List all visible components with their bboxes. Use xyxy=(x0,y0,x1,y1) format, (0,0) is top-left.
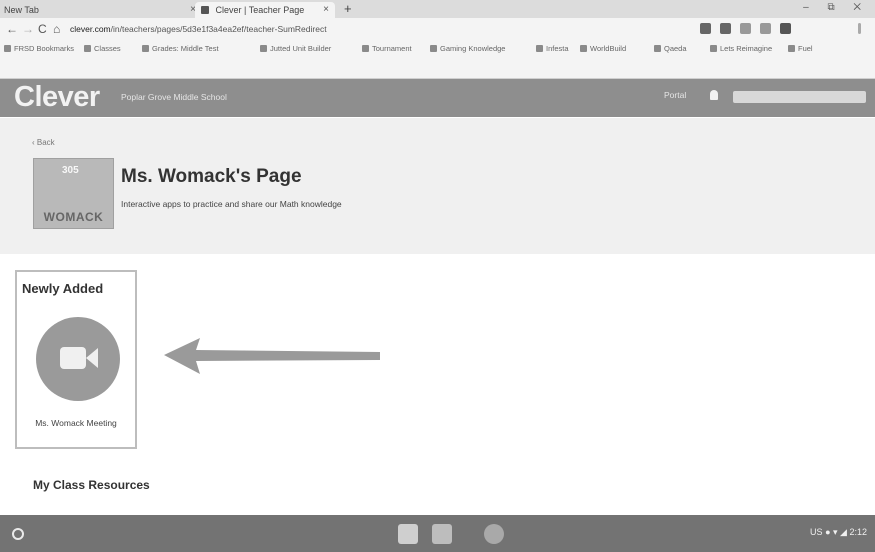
url-domain: clever.com xyxy=(70,24,111,34)
folder-icon xyxy=(4,45,11,52)
bookmark-item[interactable]: WorldBuild xyxy=(580,44,626,53)
bookmark-item[interactable]: Fuel xyxy=(788,44,813,53)
zoom-app-tile[interactable] xyxy=(36,317,120,401)
os-shelf: US ● ▾ ◢ 2:12 xyxy=(0,515,875,552)
extension-icon[interactable] xyxy=(780,23,791,34)
bookmark-item[interactable]: Infesta xyxy=(536,44,569,53)
new-tab-button[interactable]: + xyxy=(344,1,352,16)
video-camera-icon xyxy=(60,347,86,369)
browser-menu-icon[interactable] xyxy=(858,23,861,34)
bookmark-icon xyxy=(654,45,661,52)
teacher-page-image: 305 WOMACK xyxy=(33,158,114,229)
clever-favicon-icon xyxy=(201,6,209,14)
bookmark-icon xyxy=(142,45,149,52)
bookmark-item[interactable]: Tournament xyxy=(362,44,412,53)
bookmark-item[interactable]: Lets Reimagine xyxy=(710,44,772,53)
bookmark-icon xyxy=(362,45,369,52)
page-title: Ms. Womack's Page xyxy=(121,166,302,187)
bookmark-icon xyxy=(580,45,587,52)
image-label: WOMACK xyxy=(43,210,104,224)
back-arrow-icon[interactable]: ← xyxy=(6,22,18,36)
status-icons: ● ▾ ◢ xyxy=(825,527,850,537)
teacher-page-header: ‹ Back 305 WOMACK Ms. Womack's Page Inte… xyxy=(0,118,875,254)
annotation-arrow xyxy=(164,338,380,374)
extension-icon[interactable] xyxy=(740,23,751,34)
extension-icon[interactable] xyxy=(700,23,711,34)
forward-arrow-icon[interactable]: → xyxy=(22,22,34,36)
tab-label: Clever | Teacher Page xyxy=(215,5,305,15)
docs-app-icon[interactable] xyxy=(398,524,418,544)
bookmark-icon xyxy=(710,45,717,52)
user-menu[interactable] xyxy=(733,91,866,103)
page-description: Interactive apps to practice and share o… xyxy=(121,199,342,209)
bell-icon[interactable] xyxy=(710,90,718,100)
app-name[interactable]: Ms. Womack Meeting xyxy=(17,418,135,429)
clock: 2:12 xyxy=(849,527,867,537)
bookmark-item[interactable]: Jutted Unit Builder xyxy=(260,44,331,53)
extension-icon[interactable] xyxy=(760,23,771,34)
bookmark-icon xyxy=(430,45,437,52)
my-class-resources-heading: My Class Resources xyxy=(33,478,150,492)
url-path: /in/teachers/pages/5d3e1f3a4ea2ef/teache… xyxy=(110,24,327,34)
launcher-icon[interactable] xyxy=(12,528,24,540)
tab-strip: New Tab × Clever | Teacher Page × + – ⧉ … xyxy=(0,0,875,18)
home-icon[interactable]: ⌂ xyxy=(53,22,60,36)
back-link[interactable]: ‹ Back xyxy=(32,138,55,147)
tab-clever[interactable]: Clever | Teacher Page × xyxy=(195,2,335,18)
reload-icon[interactable]: C xyxy=(38,22,47,36)
folder-icon xyxy=(84,45,91,52)
image-room-number: 305 xyxy=(62,165,79,176)
clever-header: Clever Poplar Grove Middle School Portal xyxy=(0,79,875,117)
bookmark-item[interactable]: Qaeda xyxy=(654,44,687,53)
slides-app-icon[interactable] xyxy=(432,524,452,544)
bookmark-item[interactable]: Grades: Middle Test xyxy=(142,44,219,53)
chrome-app-icon[interactable] xyxy=(484,524,504,544)
portal-link[interactable]: Portal xyxy=(664,90,686,100)
bookmarks-bar: FRSD Bookmarks Classes Grades: Middle Te… xyxy=(0,42,875,79)
bookmark-item[interactable]: Classes xyxy=(84,44,121,53)
bookmark-icon xyxy=(788,45,795,52)
system-tray[interactable]: US ● ▾ ◢ 2:12 xyxy=(810,527,867,538)
address-bar-row: ← → C ⌂ clever.com/in/teachers/pages/5d3… xyxy=(0,18,875,42)
window-controls[interactable]: – ⧉ ✕ xyxy=(803,2,869,13)
tab-label: New Tab xyxy=(4,5,39,15)
bookmark-icon xyxy=(536,45,543,52)
school-name: Poplar Grove Middle School xyxy=(121,92,227,102)
clever-logo[interactable]: Clever xyxy=(14,81,100,114)
bookmark-icon xyxy=(260,45,267,52)
extension-icon[interactable] xyxy=(720,23,731,34)
tab-new-tab[interactable]: New Tab × xyxy=(4,2,196,18)
section-heading: Newly Added xyxy=(22,281,104,296)
url-field[interactable]: clever.com/in/teachers/pages/5d3e1f3a4ea… xyxy=(70,21,670,38)
bookmark-item[interactable]: FRSD Bookmarks xyxy=(4,44,74,53)
bookmark-item[interactable]: Gaming Knowledge xyxy=(430,44,505,53)
close-tab-icon[interactable]: × xyxy=(323,2,329,18)
newly-added-section: Newly Added Ms. Womack Meeting xyxy=(15,270,137,449)
camera-lens-icon xyxy=(86,348,98,368)
keyboard-layout: US xyxy=(810,527,823,537)
